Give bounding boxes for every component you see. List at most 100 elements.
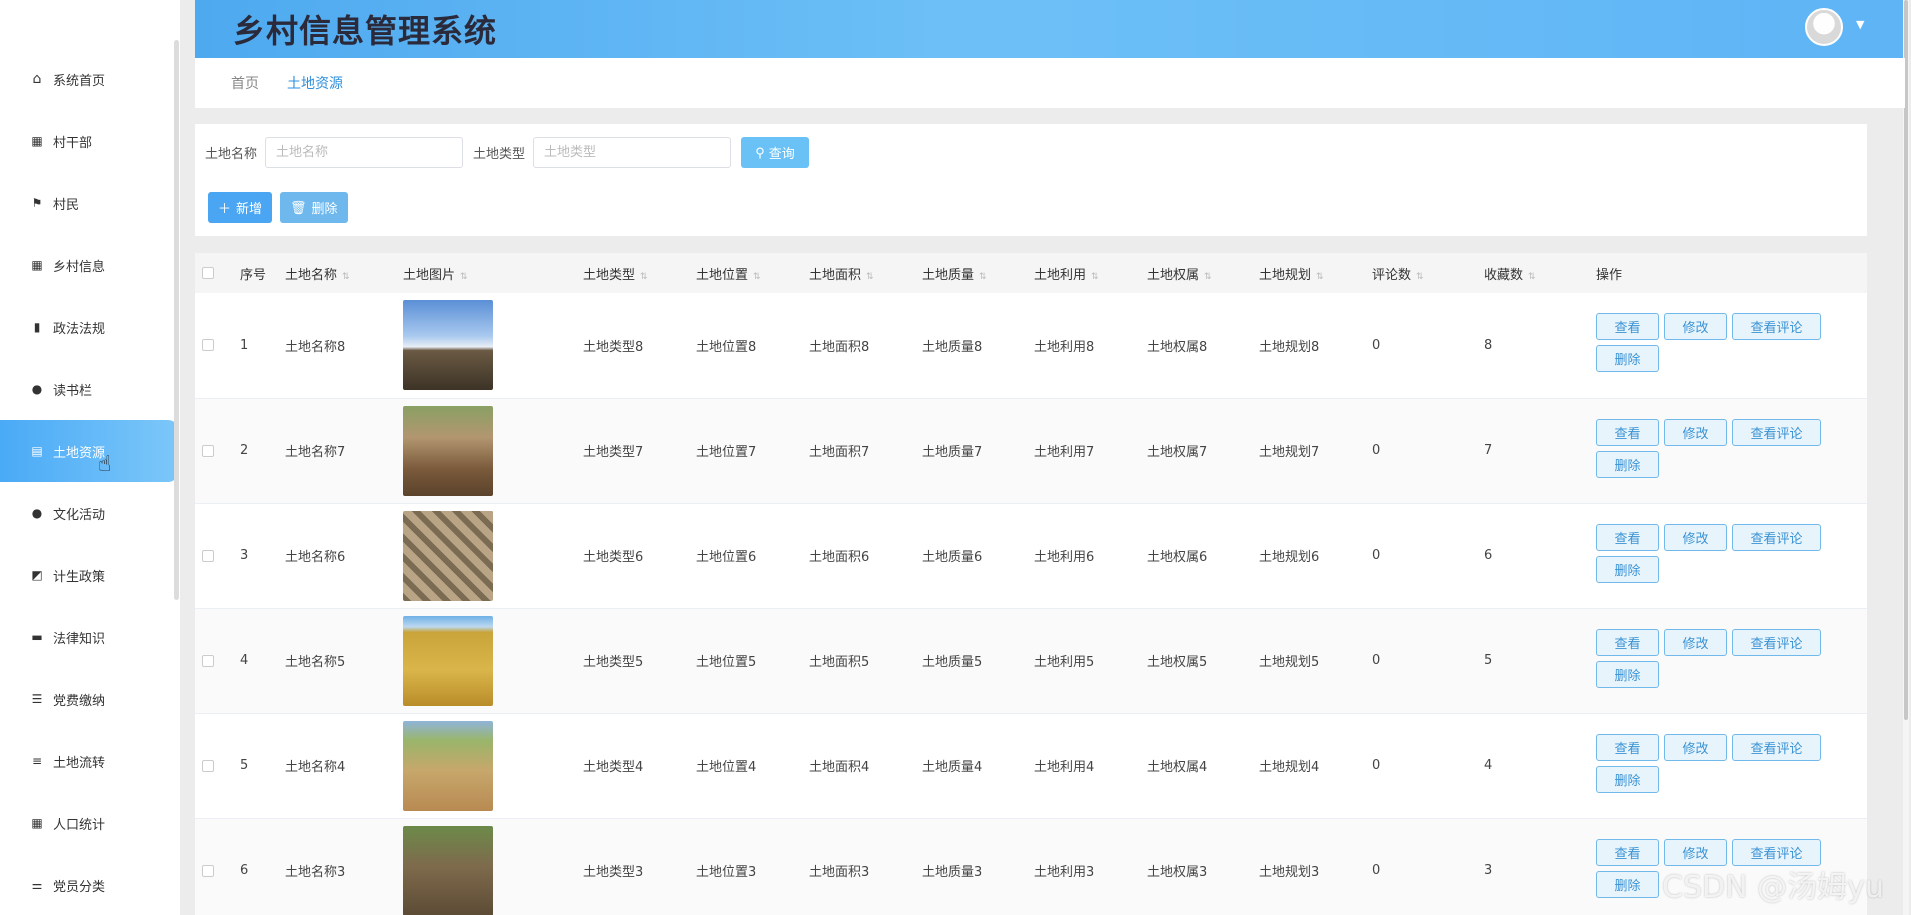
sidebar-item-village-cadres[interactable]: ▦ 村干部	[0, 110, 178, 172]
sort-icon[interactable]: ⇅	[1316, 272, 1324, 282]
sidebar-item-label: 乡村信息	[53, 259, 106, 275]
land-photo[interactable]	[403, 615, 493, 706]
header-land-ownership[interactable]: 土地权属 ⇅	[1147, 253, 1259, 293]
edit-button[interactable]: 修改	[1664, 733, 1727, 761]
view-button[interactable]: 查看	[1596, 838, 1659, 866]
cell-land-image	[403, 608, 583, 713]
action-row: ＋ 新增 🗑 删除	[208, 192, 348, 223]
sort-icon[interactable]: ⇅	[640, 272, 648, 282]
row-checkbox[interactable]	[202, 339, 214, 352]
cell-land-use: 土地利用3	[1034, 865, 1095, 880]
header-favorites[interactable]: 收藏数 ⇅	[1484, 253, 1596, 293]
row-delete-button[interactable]: 删除	[1596, 345, 1659, 373]
row-checkbox[interactable]	[202, 759, 214, 772]
view-button[interactable]: 查看	[1596, 628, 1659, 656]
ops-line-1: 查看 修改 查看评论	[1596, 733, 1867, 761]
row-delete-button[interactable]: 删除	[1596, 765, 1659, 793]
edit-button[interactable]: 修改	[1664, 628, 1727, 656]
edit-button[interactable]: 修改	[1664, 523, 1727, 551]
cell-comments: 0	[1372, 337, 1381, 353]
sidebar-item-label: 系统首页	[53, 73, 106, 89]
sort-icon[interactable]: ⇅	[753, 272, 761, 282]
sidebar-item-laws[interactable]: ▮ 政法法规	[0, 296, 178, 358]
row-checkbox[interactable]	[202, 549, 214, 562]
view-comments-button[interactable]: 查看评论	[1732, 418, 1821, 446]
land-photo[interactable]	[403, 720, 493, 811]
add-button[interactable]: ＋ 新增	[208, 192, 273, 223]
land-photo[interactable]	[403, 300, 493, 391]
row-checkbox[interactable]	[202, 654, 214, 667]
header-land-image[interactable]: 土地图片 ⇅	[403, 253, 583, 293]
select-all-checkbox[interactable]	[202, 267, 214, 279]
sidebar-item-party-dues[interactable]: ☰ 党费缴纳	[0, 668, 178, 730]
sidebar-item-village-info[interactable]: ▦ 乡村信息	[0, 234, 178, 296]
search-row: 土地名称 土地类型 ⚲查询	[205, 137, 810, 168]
sidebar-scrollbar[interactable]	[174, 40, 179, 600]
sort-icon[interactable]: ⇅	[1528, 272, 1536, 282]
sidebar-item-reading[interactable]: ● 读书栏	[0, 358, 178, 420]
header-land-use[interactable]: 土地利用 ⇅	[1034, 253, 1147, 293]
row-delete-button[interactable]: 删除	[1596, 870, 1659, 898]
header-label: 土地利用	[1034, 267, 1087, 283]
sidebar-item-population[interactable]: ▦ 人口统计	[0, 792, 178, 854]
sort-icon[interactable]: ⇅	[1416, 272, 1424, 282]
caret-down-icon[interactable]: ▼	[1856, 18, 1864, 31]
search-icon: ⚲	[755, 144, 765, 160]
row-delete-button[interactable]: 删除	[1596, 555, 1659, 583]
sidebar-item-culture[interactable]: ● 文化活动	[0, 482, 178, 544]
breadcrumb-home[interactable]: 首页	[231, 73, 259, 93]
sort-icon[interactable]: ⇅	[342, 272, 350, 282]
sort-icon[interactable]: ⇅	[866, 272, 874, 282]
view-comments-button[interactable]: 查看评论	[1732, 628, 1821, 656]
sidebar: ⌂ 系统首页 ▦ 村干部 ⚑ 村民 ▦ 乡村信息 ▮ 政法法规 ● 读书栏 ▤ 土地资源 ● 文…	[0, 0, 180, 915]
sidebar-item-land-resources[interactable]: ▤ 土地资源	[0, 420, 178, 482]
land-photo[interactable]	[403, 510, 493, 601]
view-button[interactable]: 查看	[1596, 523, 1659, 551]
avatar[interactable]	[1805, 8, 1843, 46]
view-button[interactable]: 查看	[1596, 418, 1659, 446]
home-icon: ⌂	[32, 71, 42, 87]
row-checkbox[interactable]	[202, 864, 214, 877]
query-button[interactable]: ⚲ 查询	[741, 137, 810, 168]
edit-button[interactable]: 修改	[1664, 313, 1727, 341]
header-land-name[interactable]: 土地名称 ⇅	[285, 253, 403, 293]
header-land-location[interactable]: 土地位置 ⇅	[696, 253, 809, 293]
header-land-plan[interactable]: 土地规划 ⇅	[1259, 253, 1372, 293]
sidebar-item-party-member-types[interactable]: ⚌ 党员分类	[0, 854, 178, 915]
header-comments[interactable]: 评论数 ⇅	[1372, 253, 1484, 293]
sidebar-item-home[interactable]: ⌂ 系统首页	[0, 48, 178, 110]
header-land-quality[interactable]: 土地质量 ⇅	[922, 253, 1034, 293]
sidebar-item-legal-knowledge[interactable]: ▬ 法律知识	[0, 606, 178, 668]
cell-index: 5	[240, 758, 249, 773]
row-select-cell	[195, 398, 240, 503]
view-comments-button[interactable]: 查看评论	[1732, 733, 1821, 761]
sort-icon[interactable]: ⇅	[979, 272, 987, 282]
land-photo[interactable]	[403, 405, 493, 496]
cell-land-use: 土地利用7	[1034, 445, 1095, 460]
view-comments-button[interactable]: 查看评论	[1732, 313, 1821, 341]
sort-icon[interactable]: ⇅	[460, 272, 468, 282]
row-delete-button[interactable]: 删除	[1596, 450, 1659, 478]
edit-button[interactable]: 修改	[1664, 418, 1727, 446]
pointer-cursor-icon: ☝	[98, 452, 112, 477]
sort-icon[interactable]: ⇅	[1204, 272, 1212, 282]
sidebar-item-villagers[interactable]: ⚑ 村民	[0, 172, 178, 234]
delete-button[interactable]: 🗑 删除	[280, 192, 348, 223]
header-land-area[interactable]: 土地面积 ⇅	[809, 253, 922, 293]
sidebar-item-family-planning[interactable]: ◩ 计生政策	[0, 544, 178, 606]
cell-land-ownership: 土地权属5	[1147, 655, 1208, 670]
sidebar-item-land-transfer[interactable]: ≡ 土地流转	[0, 730, 178, 792]
row-delete-button[interactable]: 删除	[1596, 660, 1659, 688]
header-land-type[interactable]: 土地类型 ⇅	[583, 253, 696, 293]
table-row: 1 土地名称8 土地类型8 土地位置8 土地面积8 土地质量8 土地利用8 土地…	[195, 293, 1867, 398]
header-label: 土地质量	[922, 267, 975, 283]
land-name-input[interactable]	[265, 137, 464, 168]
view-button[interactable]: 查看	[1596, 733, 1659, 761]
land-type-input[interactable]	[533, 137, 732, 168]
view-button[interactable]: 查看	[1596, 313, 1659, 341]
row-checkbox[interactable]	[202, 444, 214, 457]
sort-icon[interactable]: ⇅	[1091, 272, 1099, 282]
page-scrollbar-thumb[interactable]	[1904, 0, 1908, 720]
land-photo[interactable]	[403, 825, 493, 915]
view-comments-button[interactable]: 查看评论	[1732, 523, 1821, 551]
